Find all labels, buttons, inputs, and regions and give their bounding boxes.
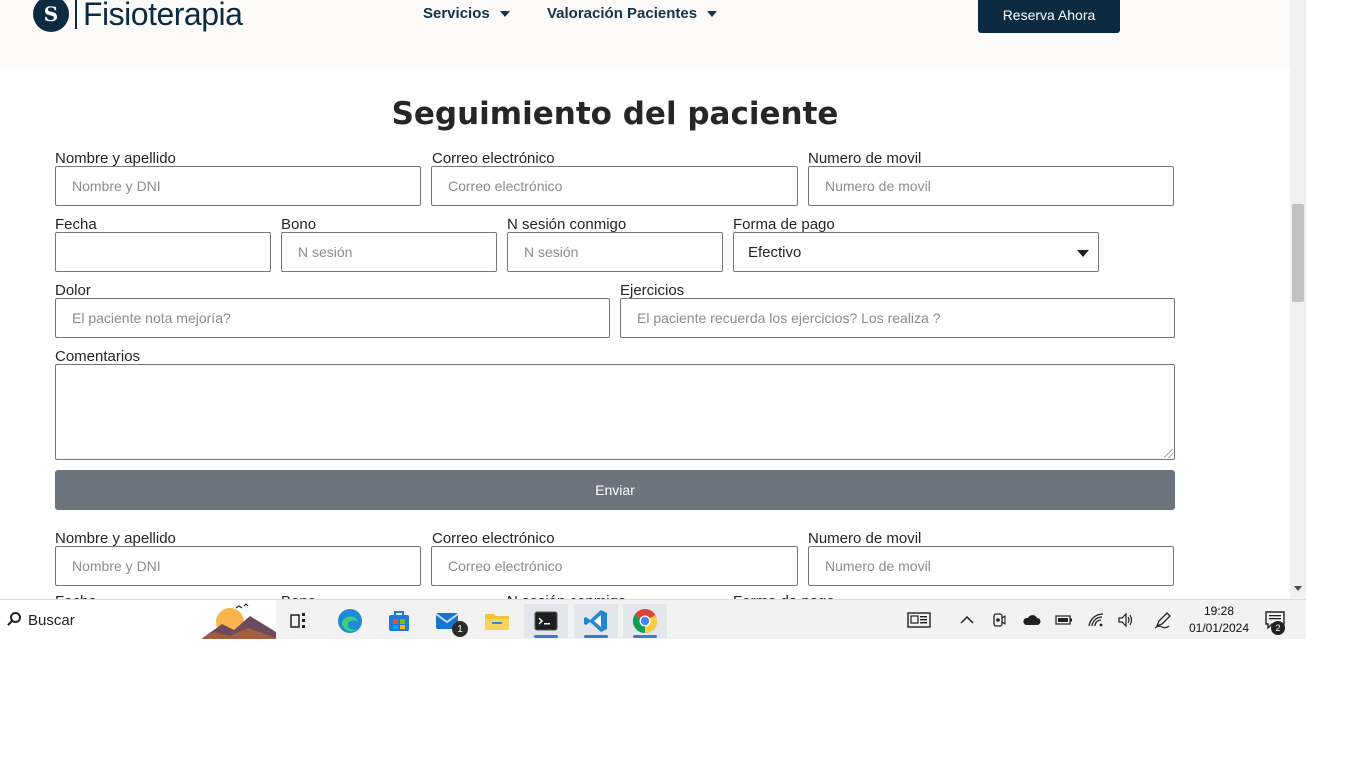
- scroll-down-arrow-icon[interactable]: [1294, 586, 1302, 591]
- file-explorer-icon: [485, 614, 509, 630]
- file-explorer-button[interactable]: [475, 604, 519, 638]
- vscode-button[interactable]: [574, 604, 618, 638]
- name-input[interactable]: Nombre y DNI: [55, 166, 421, 206]
- task-view-icon: [290, 613, 305, 628]
- reserva-ahora-button[interactable]: Reserva Ahora: [978, 0, 1120, 33]
- name-label-2: Nombre y apellido: [55, 530, 176, 547]
- payment-select[interactable]: Efectivo: [733, 232, 1099, 272]
- email-input-2[interactable]: Correo electrónico: [431, 546, 798, 586]
- payment-selected-value: Efectivo: [748, 243, 802, 261]
- windows-taskbar: Buscar 1 19:28 01/01/2024 2: [0, 599, 1306, 639]
- taskbar-clock[interactable]: 19:28 01/01/2024: [1183, 603, 1255, 637]
- email-label: Correo electrónico: [432, 150, 555, 167]
- browser-viewport: S Fisioterapia Servicios Valoración Paci…: [0, 0, 1306, 639]
- comments-textarea[interactable]: [55, 364, 1175, 460]
- clock-date: 01/01/2024: [1188, 621, 1250, 635]
- vscode-icon: [584, 610, 607, 632]
- chevron-down-icon: [1077, 250, 1089, 257]
- pain-input[interactable]: El paciente nota mejoría?: [55, 298, 610, 338]
- clock-time: 19:28: [1203, 604, 1235, 618]
- phone-input[interactable]: Numero de movil: [808, 166, 1174, 206]
- name-input-2[interactable]: Nombre y DNI: [55, 546, 421, 586]
- phone-label-2: Numero de movil: [808, 530, 922, 547]
- active-app-indicator: [633, 635, 657, 638]
- pen-tray[interactable]: [1151, 600, 1175, 639]
- wifi-icon: [1088, 613, 1104, 627]
- logo-divider: [75, 0, 77, 29]
- show-hidden-icons-button[interactable]: [957, 600, 977, 639]
- pen-icon: [1154, 612, 1171, 629]
- news-icon: [907, 612, 931, 628]
- battery-tray[interactable]: [1053, 600, 1075, 639]
- comments-label: Comentarios: [55, 348, 141, 365]
- edge-icon: [338, 609, 362, 633]
- chrome-icon: [632, 609, 658, 633]
- site-header: S Fisioterapia Servicios Valoración Paci…: [0, 0, 1290, 68]
- session-input[interactable]: N sesión: [507, 232, 723, 272]
- chevron-down-icon: [499, 10, 510, 17]
- payment-label: Forma de pago: [733, 216, 835, 233]
- chevron-up-icon: [960, 615, 974, 624]
- mail-badge: 1: [452, 621, 468, 637]
- terminal-icon: [534, 611, 558, 631]
- bono-label: Bono: [281, 216, 317, 233]
- exercises-label: Ejercicios: [620, 282, 685, 299]
- logo-text: Fisioterapia: [83, 0, 243, 32]
- store-button[interactable]: [377, 604, 421, 638]
- phone-label: Numero de movil: [808, 150, 922, 167]
- edge-button[interactable]: [328, 604, 372, 638]
- enviar-button[interactable]: Enviar: [55, 470, 1175, 510]
- active-app-indicator: [534, 635, 558, 638]
- phone-input-2[interactable]: Numero de movil: [808, 546, 1174, 586]
- active-app-indicator: [584, 635, 608, 638]
- volume-tray[interactable]: [1115, 600, 1137, 639]
- search-icon: [4, 609, 26, 631]
- bono-input[interactable]: N sesión: [281, 232, 497, 272]
- page-title: Seguimiento del paciente: [391, 96, 839, 132]
- site-logo[interactable]: S Fisioterapia: [33, 0, 243, 32]
- email-input[interactable]: Correo electrónico: [431, 166, 798, 206]
- terminal-button[interactable]: [524, 604, 568, 638]
- nav-servicios[interactable]: Servicios: [423, 5, 510, 22]
- session-label: N sesión conmigo: [507, 216, 627, 233]
- speaker-icon: [1118, 612, 1133, 628]
- exercises-input[interactable]: El paciente recuerda los ejercicios? Los…: [620, 298, 1175, 338]
- search-highlight-landscape-icon: [201, 603, 276, 639]
- taskbar-search-label: Buscar: [28, 611, 75, 629]
- meet-now-icon: [993, 613, 1006, 627]
- date-label: Fecha: [55, 216, 97, 233]
- logo-mark: S: [33, 0, 69, 32]
- news-widget-button[interactable]: [903, 600, 935, 639]
- cloud-icon: [1023, 615, 1041, 625]
- chevron-down-icon: [707, 10, 718, 17]
- name-label: Nombre y apellido: [55, 150, 176, 167]
- nav-valoracion-pacientes[interactable]: Valoración Pacientes: [547, 5, 718, 22]
- taskbar-search[interactable]: Buscar: [0, 600, 276, 639]
- task-view-button[interactable]: [278, 604, 322, 638]
- email-label-2: Correo electrónico: [432, 530, 555, 547]
- scrollbar-thumb[interactable]: [1292, 204, 1304, 302]
- network-tray[interactable]: [1085, 600, 1107, 639]
- onedrive-tray[interactable]: [1019, 600, 1043, 639]
- pain-label: Dolor: [55, 282, 91, 299]
- date-input[interactable]: [55, 232, 271, 272]
- store-icon: [389, 611, 409, 631]
- battery-icon: [1055, 615, 1072, 625]
- nav-valoracion-label: Valoración Pacientes: [547, 5, 698, 22]
- mail-button[interactable]: 1: [426, 604, 470, 638]
- chrome-button[interactable]: [623, 604, 667, 638]
- teams-meet-tray[interactable]: [989, 600, 1009, 639]
- notification-count-badge: 2: [1271, 621, 1285, 635]
- nav-servicios-label: Servicios: [423, 5, 490, 22]
- resize-handle-icon[interactable]: [1164, 449, 1173, 458]
